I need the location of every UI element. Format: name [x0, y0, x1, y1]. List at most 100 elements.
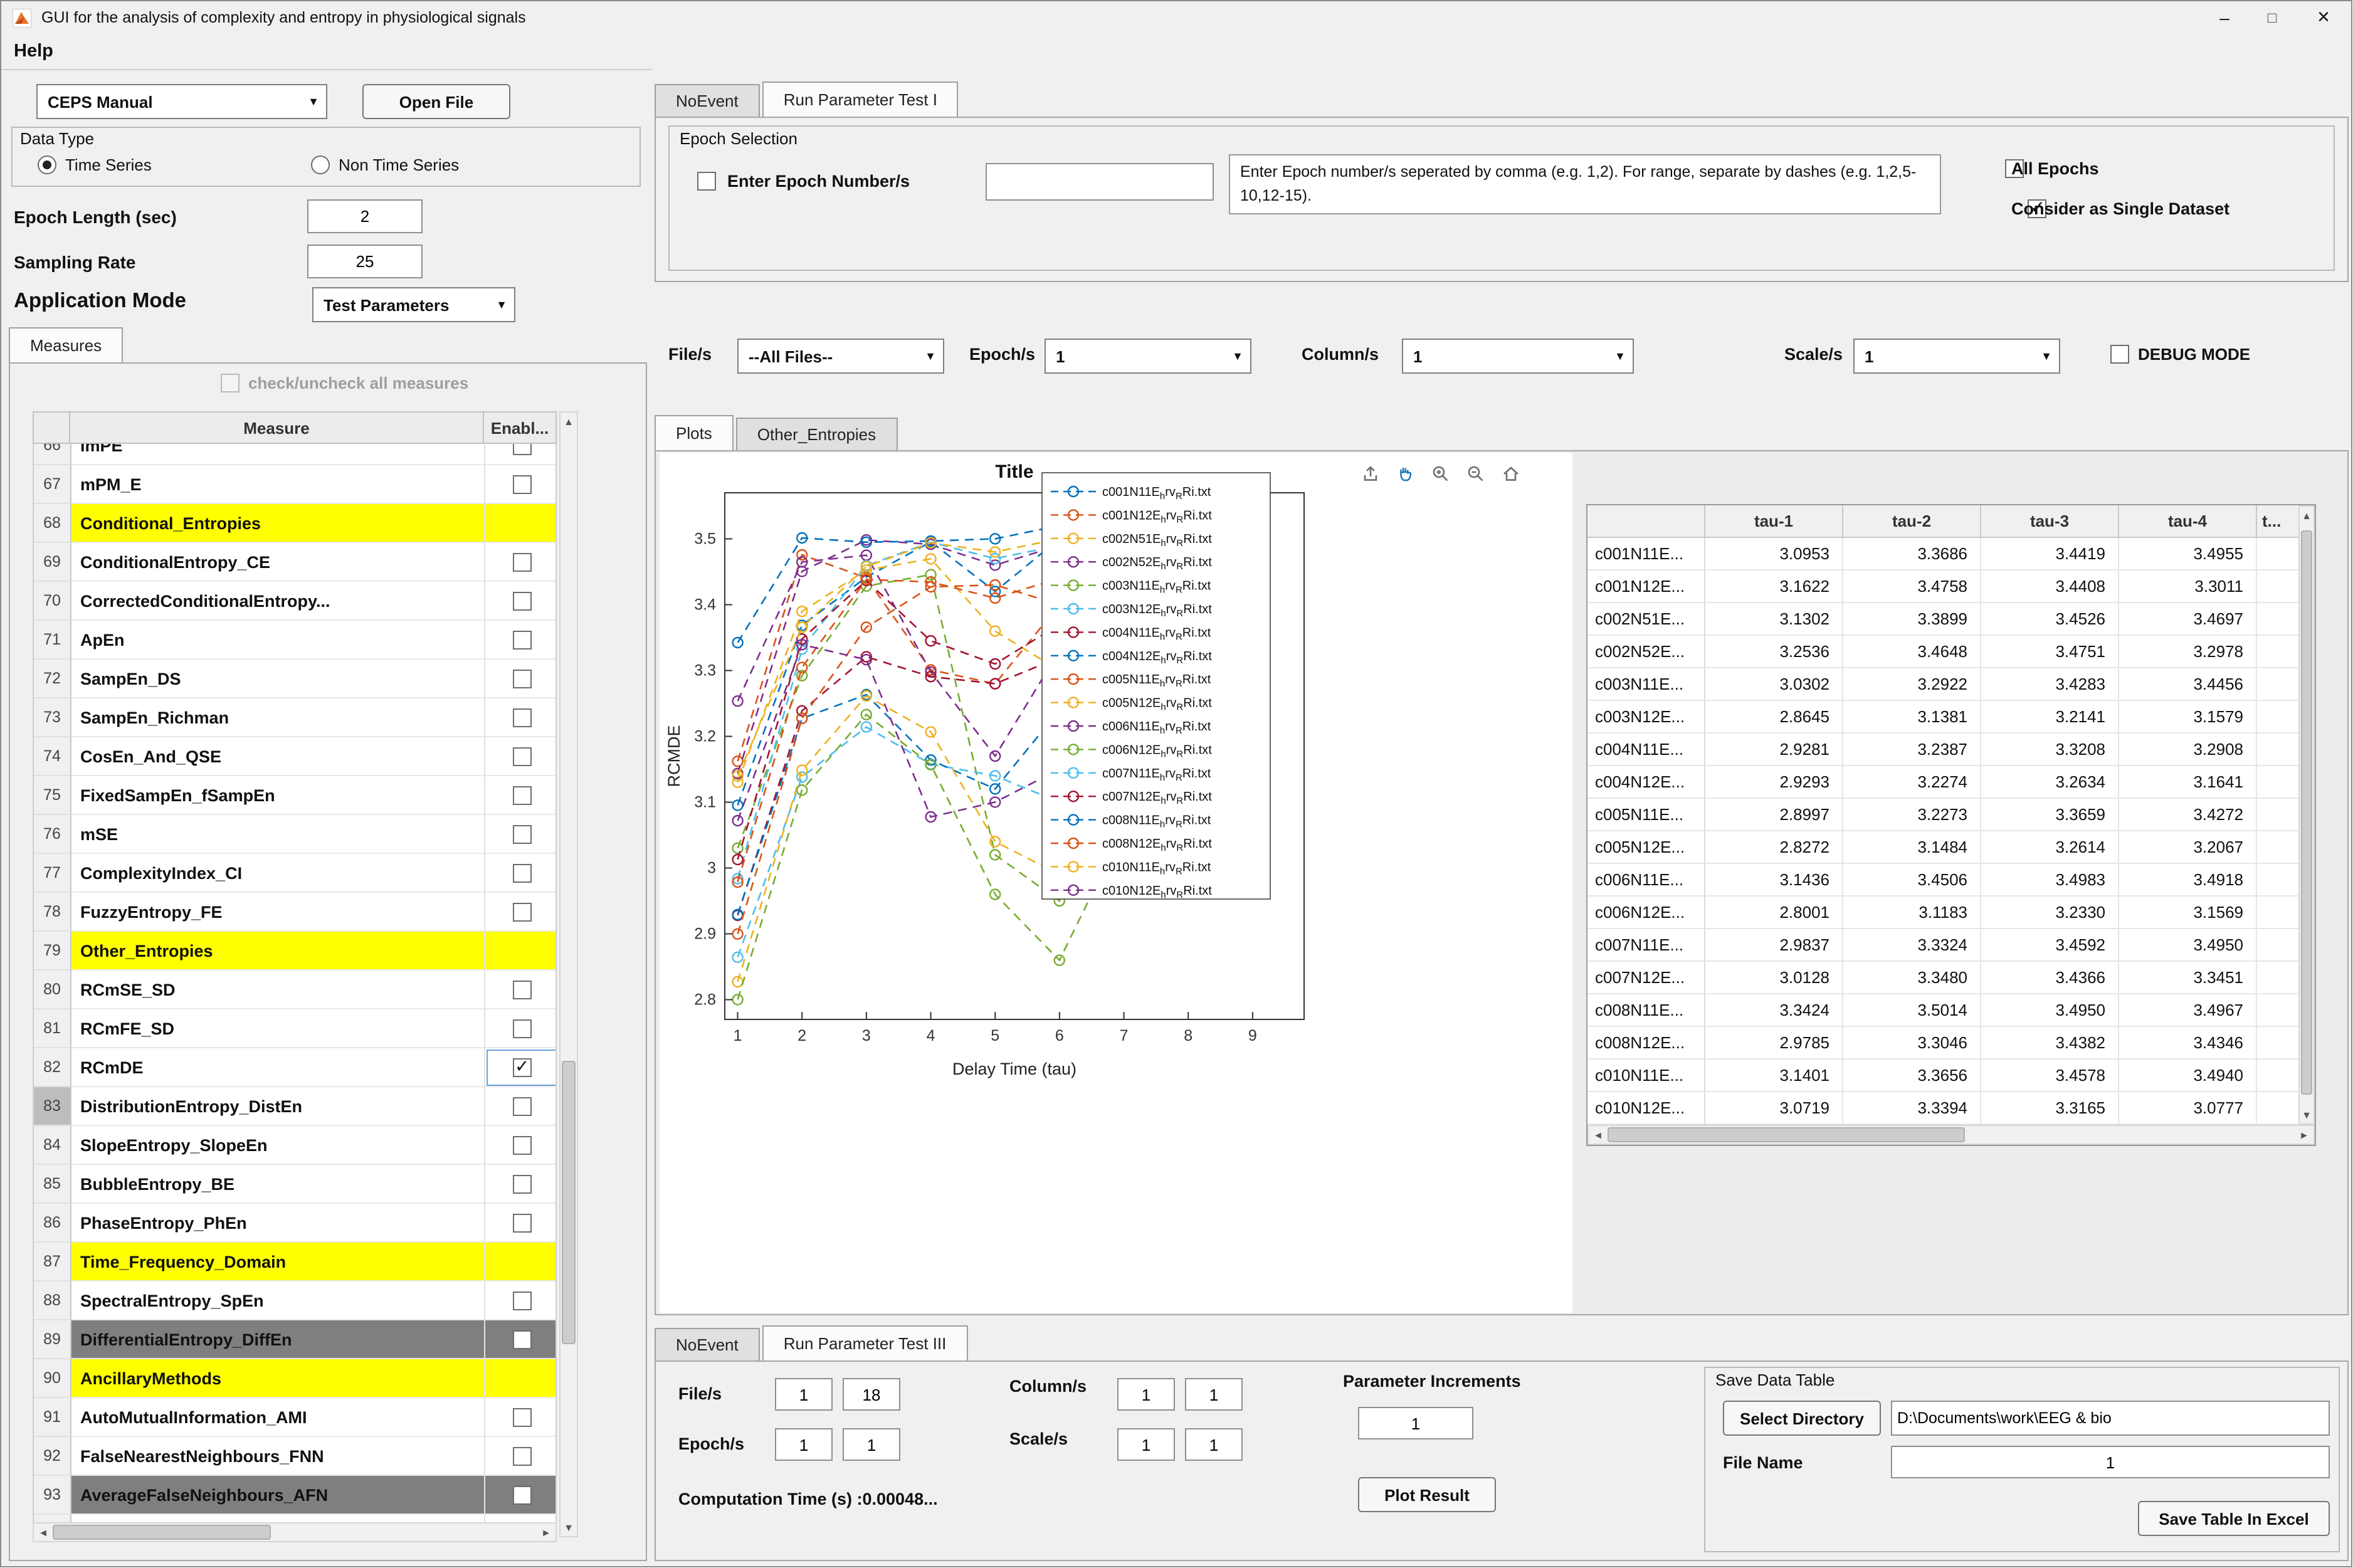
tab-run-parameter-test-3[interactable]: Run Parameter Test III: [762, 1325, 968, 1360]
measure-row[interactable]: 80RCmSE_SD: [34, 971, 555, 1009]
measure-enable-checkbox[interactable]: [512, 630, 531, 649]
measure-enable-checkbox[interactable]: [512, 863, 531, 882]
measure-row[interactable]: 72SampEn_DS: [34, 660, 555, 698]
close-button[interactable]: ×: [2296, 1, 2351, 34]
scrollbar-track[interactable]: [1608, 1126, 2295, 1144]
measure-enable-checkbox[interactable]: [512, 1408, 531, 1426]
measure-enable-checkbox[interactable]: [512, 1330, 531, 1349]
radio-time-series[interactable]: Time Series: [38, 155, 152, 174]
measure-row[interactable]: 68Conditional_Entropies: [34, 504, 555, 543]
measure-enable-checkbox[interactable]: [512, 980, 531, 999]
table-row[interactable]: c010N11E...3.14013.36563.45783.4940: [1587, 1060, 2298, 1092]
epochs-dropdown[interactable]: 1▼: [1045, 339, 1251, 374]
results-vertical-scrollbar[interactable]: ▲ ▼: [2298, 505, 2315, 1125]
measure-row[interactable]: 83DistributionEntropy_DistEn: [34, 1087, 555, 1126]
scrollbar-track[interactable]: [53, 1523, 537, 1541]
measure-enable-checkbox[interactable]: [512, 1058, 531, 1076]
tab-noevent-bottom[interactable]: NoEvent: [655, 1328, 760, 1360]
measure-enable-checkbox[interactable]: [512, 1485, 531, 1504]
epoch-number-input[interactable]: [986, 163, 1214, 201]
zoom-in-icon[interactable]: [1427, 460, 1455, 488]
maximize-button[interactable]: □: [2248, 1, 2296, 34]
epochs-from-input[interactable]: [775, 1428, 833, 1461]
help-menu[interactable]: Help: [14, 41, 53, 61]
directory-path-input[interactable]: [1891, 1401, 2330, 1436]
tab-noevent-top[interactable]: NoEvent: [655, 84, 760, 117]
measure-enable-checkbox[interactable]: [512, 902, 531, 921]
files-from-input[interactable]: [775, 1378, 833, 1411]
table-row[interactable]: c010N12E...3.07193.33943.31653.0777: [1587, 1092, 2298, 1125]
scroll-down-arrow[interactable]: ▼: [2300, 1106, 2314, 1123]
column-header[interactable]: tau-2: [1843, 505, 1981, 538]
measure-enable-checkbox[interactable]: [512, 708, 531, 727]
measure-row[interactable]: 69ConditionalEntropy_CE: [34, 543, 555, 582]
tab-run-parameter-test-1[interactable]: Run Parameter Test I: [762, 82, 959, 117]
select-directory-button[interactable]: Select Directory: [1723, 1401, 1881, 1436]
scrollbar-thumb[interactable]: [53, 1525, 270, 1540]
measure-enable-checkbox[interactable]: [512, 444, 531, 455]
plot-legend[interactable]: c001N11EhrvRRi.txtc001N12EhrvRRi.txtc002…: [1042, 473, 1270, 900]
measure-row[interactable]: 79Other_Entropies: [34, 932, 555, 971]
table-row[interactable]: c004N11E...2.92813.23873.32083.2908: [1587, 734, 2298, 766]
measure-enable-checkbox[interactable]: [512, 552, 531, 571]
sampling-rate-input[interactable]: [307, 245, 423, 278]
measure-enable-checkbox[interactable]: [512, 669, 531, 688]
measure-row[interactable]: 76mSE: [34, 815, 555, 854]
table-row[interactable]: c004N12E...2.92933.22743.26343.1641: [1587, 766, 2298, 799]
scrollbar-track[interactable]: [561, 430, 577, 1518]
table-row[interactable]: c002N52E...3.25363.46483.47513.2978: [1587, 636, 2298, 668]
table-row[interactable]: c002N51E...3.13023.38993.45263.4697: [1587, 603, 2298, 636]
measures-vertical-scrollbar[interactable]: ▲ ▼: [559, 411, 578, 1537]
table-row[interactable]: c007N11E...2.98373.33243.45923.4950: [1587, 929, 2298, 962]
scroll-right-arrow[interactable]: ►: [2295, 1126, 2314, 1144]
columns-dropdown[interactable]: 1▼: [1402, 339, 1634, 374]
measure-row[interactable]: 93AverageFalseNeighbours_AFN: [34, 1476, 555, 1515]
column-header[interactable]: [1587, 505, 1705, 538]
enabled-column-header[interactable]: Enabl...: [484, 411, 557, 444]
column-header[interactable]: t...: [2257, 505, 2300, 538]
columns-to-input[interactable]: [1185, 1378, 1243, 1411]
table-row[interactable]: c003N11E...3.03023.29223.42833.4456: [1587, 668, 2298, 701]
scroll-up-arrow[interactable]: ▲: [2300, 507, 2314, 524]
zoom-out-icon[interactable]: [1462, 460, 1490, 488]
column-header[interactable]: tau-1: [1705, 505, 1843, 538]
column-header[interactable]: tau-3: [1981, 505, 2119, 538]
measure-row[interactable]: 85BubbleEntropy_BE: [34, 1165, 555, 1204]
measure-row[interactable]: 84SlopeEntropy_SlopeEn: [34, 1126, 555, 1165]
scroll-down-arrow[interactable]: ▼: [561, 1518, 577, 1536]
table-row[interactable]: c007N12E...3.01283.34803.43663.3451: [1587, 962, 2298, 994]
export-icon[interactable]: [1357, 460, 1384, 488]
scroll-up-arrow[interactable]: ▲: [561, 413, 577, 430]
measure-enable-checkbox[interactable]: [512, 1135, 531, 1154]
table-row[interactable]: c008N12E...2.97853.30463.43823.4346: [1587, 1027, 2298, 1060]
measure-row[interactable]: 70CorrectedConditionalEntropy...: [34, 582, 555, 621]
columns-from-input[interactable]: [1117, 1378, 1175, 1411]
files-to-input[interactable]: [843, 1378, 900, 1411]
measure-row[interactable]: 92FalseNearestNeighbours_FNN: [34, 1437, 555, 1476]
measure-row[interactable]: 73SampEn_Richman: [34, 698, 555, 737]
home-icon[interactable]: [1497, 460, 1525, 488]
radio-non-time-series[interactable]: Non Time Series: [311, 155, 459, 174]
minimize-button[interactable]: –: [2201, 1, 2248, 34]
sc scrollbar-thumb[interactable]: [562, 1061, 576, 1344]
measure-row[interactable]: 81RCmFE_SD: [34, 1009, 555, 1048]
measure-column-header[interactable]: Measure: [70, 411, 484, 444]
measure-enable-checkbox[interactable]: [512, 1174, 531, 1193]
measure-enable-checkbox[interactable]: [512, 475, 531, 493]
measure-enable-checkbox[interactable]: [512, 1446, 531, 1465]
measure-enable-checkbox[interactable]: [512, 824, 531, 843]
table-row[interactable]: c008N11E...3.34243.50143.49503.4967: [1587, 994, 2298, 1027]
scroll-right-arrow[interactable]: ►: [537, 1523, 555, 1541]
scrollbar-track[interactable]: [2300, 524, 2314, 1106]
save-table-excel-button[interactable]: Save Table In Excel: [2138, 1501, 2330, 1536]
measures-horizontal-scrollbar[interactable]: ◄ ►: [33, 1522, 557, 1542]
measure-row[interactable]: 86PhaseEntropy_PhEn: [34, 1204, 555, 1243]
file-name-input[interactable]: [1891, 1446, 2330, 1478]
measure-enable-checkbox[interactable]: [512, 1019, 531, 1038]
scrollbar-thumb[interactable]: [2301, 530, 2312, 1094]
measure-row[interactable]: 75FixedSampEn_fSampEn: [34, 776, 555, 815]
scales-dropdown[interactable]: 1▼: [1853, 339, 2060, 374]
measure-row[interactable]: 67mPM_E: [34, 465, 555, 504]
scales-from-input[interactable]: [1117, 1428, 1175, 1461]
measure-row[interactable]: 71ApEn: [34, 621, 555, 660]
